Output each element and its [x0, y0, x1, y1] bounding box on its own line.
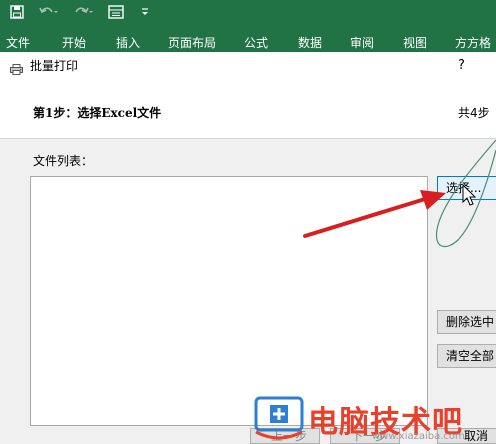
- quick-access-toolbar: [0, 0, 496, 28]
- form-icon[interactable]: [108, 5, 124, 24]
- dialog-title: 批量打印: [30, 59, 79, 73]
- step-count: 共4步: [458, 106, 490, 120]
- file-list[interactable]: [30, 176, 428, 426]
- tab-view[interactable]: 视图: [403, 34, 427, 52]
- tab-file[interactable]: 文件: [6, 34, 30, 52]
- watermark-url: www.xiazaiba.com: [372, 431, 465, 442]
- tab-home[interactable]: 开始: [62, 34, 86, 52]
- help-button[interactable]: ?: [458, 57, 465, 75]
- printer-icon: [10, 60, 23, 75]
- dialog-titlebar: 批量打印 ?: [0, 52, 496, 80]
- tab-review[interactable]: 审阅: [350, 34, 374, 52]
- batch-print-dialog: 批量打印 ? 第1步：选择Excel文件 共4步 文件列表： 选择... 删除选…: [0, 52, 496, 444]
- tab-fangfang[interactable]: 方方格: [455, 34, 491, 52]
- tab-data[interactable]: 数据: [298, 34, 322, 52]
- file-list-label: 文件列表：: [33, 154, 94, 168]
- tab-formulas[interactable]: 公式: [244, 34, 268, 52]
- clear-all-button[interactable]: 清空全部: [437, 344, 496, 368]
- step-title: 第1步：选择Excel文件: [33, 106, 162, 120]
- customize-icon[interactable]: [140, 5, 150, 24]
- undo-icon[interactable]: [38, 5, 58, 24]
- redo-icon[interactable]: [74, 5, 94, 24]
- ribbon-tabs: 文件 开始 插入 页面布局 公式 数据 审阅 视图 方方格: [0, 34, 496, 52]
- tab-page-layout[interactable]: 页面布局: [168, 34, 216, 52]
- select-button[interactable]: 选择...: [437, 176, 496, 200]
- step-header: 第1步：选择Excel文件 共4步: [0, 80, 496, 139]
- tab-insert[interactable]: 插入: [116, 34, 140, 52]
- save-icon[interactable]: [10, 5, 24, 24]
- excel-ribbon: 文件 开始 插入 页面布局 公式 数据 审阅 视图 方方格: [0, 0, 496, 52]
- delete-selected-button[interactable]: 删除选中: [437, 310, 496, 334]
